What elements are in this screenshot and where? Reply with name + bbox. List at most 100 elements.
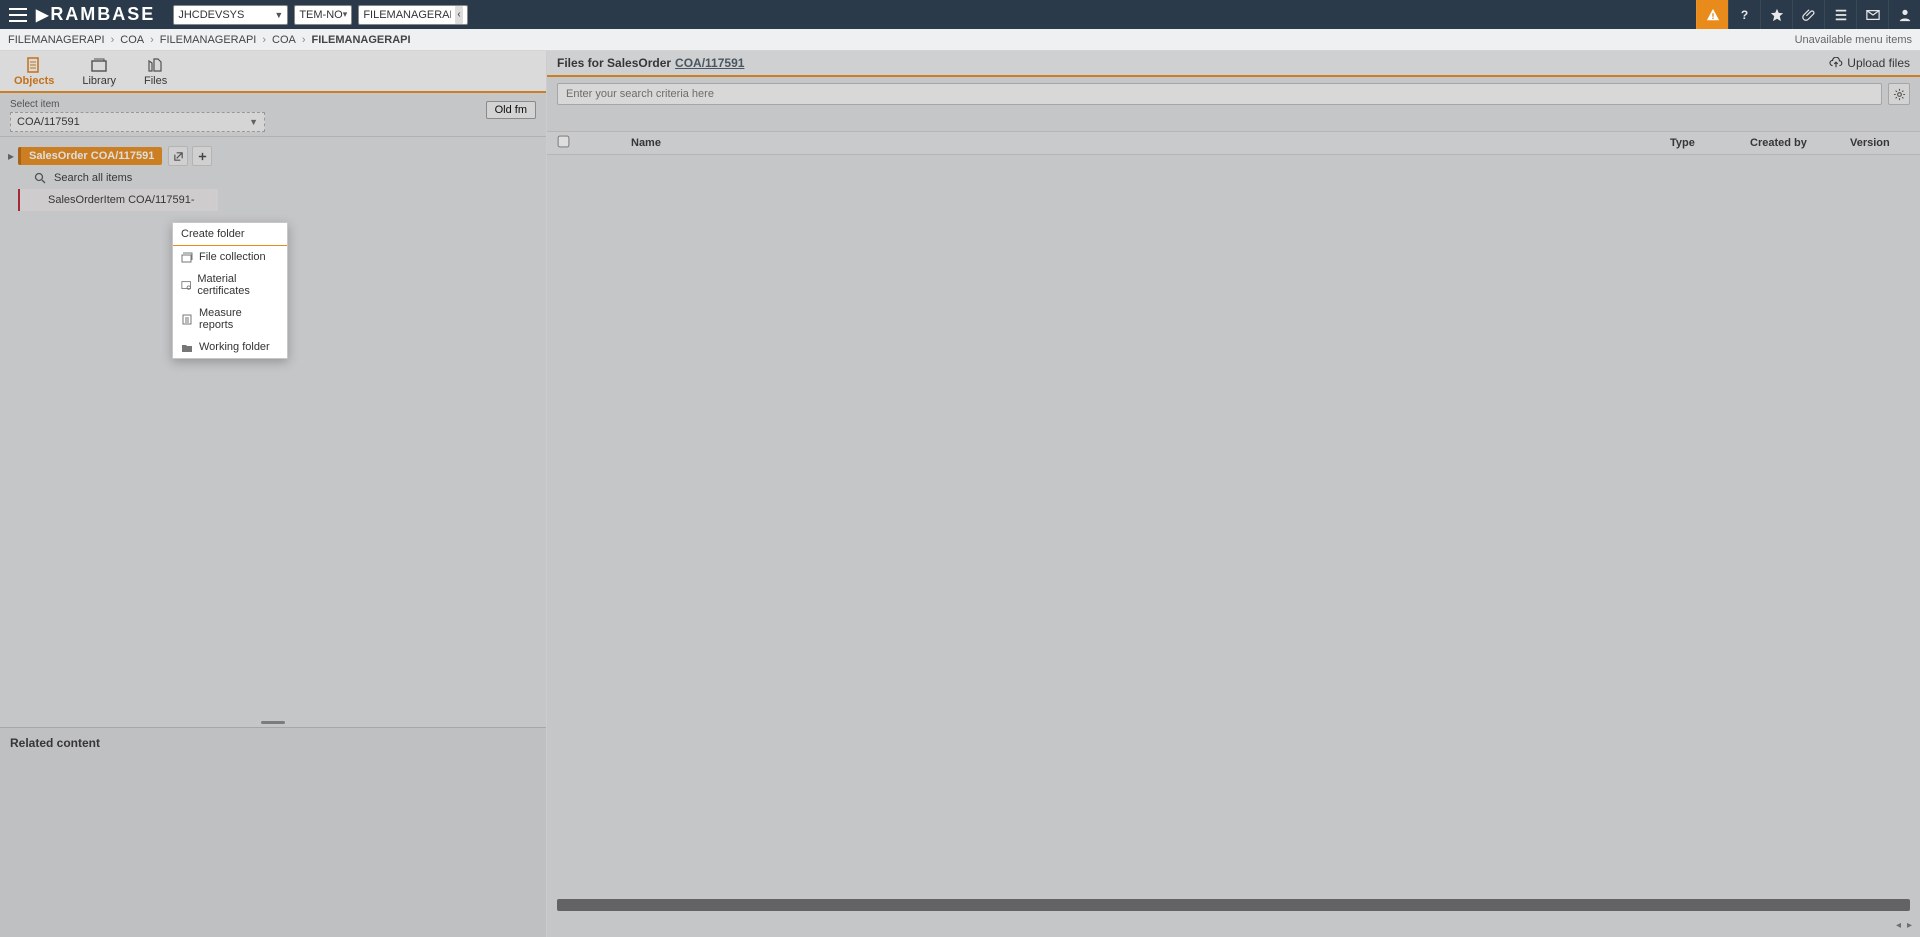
brand-logo: ▶ RAMBASE: [36, 4, 167, 25]
ctx-item-measure-reports[interactable]: Measure reports: [173, 302, 287, 336]
select-item-area: Select item COA/117591 ▼ Old fm: [0, 93, 546, 137]
certificate-icon: [181, 280, 191, 291]
search-all-label: Search all items: [54, 172, 132, 184]
hamburger-icon: [9, 8, 27, 22]
list-icon: [1834, 8, 1848, 22]
upload-files-label: Upload files: [1847, 56, 1910, 70]
external-link-icon: [173, 151, 184, 162]
mail-button[interactable]: [1856, 0, 1888, 29]
col-created-by[interactable]: Created by: [1750, 137, 1840, 149]
star-icon: [1770, 8, 1784, 22]
upload-files-button[interactable]: Upload files: [1829, 56, 1910, 70]
open-external-button[interactable]: [168, 146, 188, 166]
favorite-button[interactable]: [1760, 0, 1792, 29]
horizontal-scrollbar[interactable]: [557, 899, 1910, 911]
files-title-link[interactable]: COA/117591: [675, 56, 744, 70]
pager: ◂ ▸: [1896, 920, 1912, 931]
logo-arrow-icon: ▶: [36, 5, 50, 25]
tab-library-label: Library: [82, 75, 116, 87]
topbar-icon-group: ?: [1696, 0, 1920, 29]
pager-next[interactable]: ▸: [1907, 920, 1912, 931]
files-title-prefix: Files for SalesOrder: [557, 56, 671, 70]
related-content-panel: Related content: [0, 727, 546, 937]
caret-down-icon: ▼: [249, 117, 258, 127]
mail-icon: [1866, 8, 1880, 22]
files-search-row: [547, 77, 1920, 111]
user-icon: [1898, 8, 1912, 22]
crumb-3[interactable]: COA: [272, 34, 296, 46]
crumb-4: FILEMANAGERAPI: [312, 34, 411, 46]
left-panel: Objects Library Files Select item COA/11…: [0, 51, 547, 937]
files-icon: [147, 57, 165, 73]
tree-child-label: SalesOrderItem COA/117591-: [48, 194, 195, 206]
library-icon: [90, 57, 108, 73]
select-all-checkbox[interactable]: [558, 136, 570, 148]
left-tabs: Objects Library Files: [0, 51, 546, 93]
path-tag[interactable]: FILEMANAGERAPI/COA ‹: [358, 5, 468, 25]
locale-select[interactable]: TEM-NO ▾: [294, 5, 352, 25]
cloud-upload-icon: [1829, 57, 1843, 69]
tree-root-node[interactable]: ▸ SalesOrder COA/117591: [8, 145, 538, 167]
tab-library[interactable]: Library: [68, 51, 130, 91]
locale-value: TEM-NO: [299, 9, 342, 21]
plus-icon: [197, 151, 208, 162]
tree-child-item[interactable]: SalesOrderItem COA/117591-: [18, 189, 218, 211]
select-item-combo[interactable]: COA/117591 ▼: [10, 112, 265, 132]
alerts-button[interactable]: [1696, 0, 1728, 29]
files-search-input[interactable]: [557, 83, 1882, 105]
files-header: Files for SalesOrder COA/117591 Upload f…: [547, 51, 1920, 77]
add-folder-button[interactable]: [192, 146, 212, 166]
search-icon: [34, 172, 46, 184]
ctx-item-label: File collection: [199, 251, 266, 263]
alert-icon: [1706, 8, 1720, 22]
col-name[interactable]: Name: [581, 137, 1670, 149]
main-area: Objects Library Files Select item COA/11…: [0, 51, 1920, 937]
ctx-item-file-collection[interactable]: File collection: [173, 246, 287, 268]
files-grid-header: Name Type Created by Version: [547, 131, 1920, 155]
create-folder-menu: Create folder File collection Material c…: [172, 222, 288, 359]
search-all-items[interactable]: Search all items: [8, 167, 538, 189]
help-button[interactable]: ?: [1728, 0, 1760, 29]
breadcrumb: FILEMANAGERAPI › COA › FILEMANAGERAPI › …: [0, 29, 1920, 51]
tab-files[interactable]: Files: [130, 51, 181, 91]
menu-button[interactable]: [0, 0, 36, 29]
logo-text: RAMBASE: [50, 4, 155, 25]
report-icon: [181, 314, 193, 325]
col-version[interactable]: Version: [1850, 137, 1910, 149]
caret-down-icon: ▼: [274, 10, 283, 20]
environment-select[interactable]: JHCDEVSYS ▼: [173, 5, 288, 25]
related-content-title: Related content: [10, 736, 536, 750]
attachment-button[interactable]: [1792, 0, 1824, 29]
ctx-item-label: Measure reports: [199, 307, 279, 331]
split-handle[interactable]: [0, 721, 546, 727]
caret-down-icon: ▾: [343, 9, 348, 20]
select-item-label: Select item: [10, 99, 536, 110]
tab-objects[interactable]: Objects: [0, 51, 68, 91]
col-type[interactable]: Type: [1670, 137, 1750, 149]
ctx-item-material-certificates[interactable]: Material certificates: [173, 268, 287, 302]
ctx-item-label: Working folder: [199, 341, 270, 353]
old-fm-button[interactable]: Old fm: [486, 101, 536, 119]
files-settings-button[interactable]: [1888, 83, 1910, 105]
path-tag-close[interactable]: ‹: [455, 6, 464, 24]
breadcrumb-note[interactable]: Unavailable menu items: [1795, 34, 1912, 46]
crumb-0[interactable]: FILEMANAGERAPI: [8, 34, 105, 46]
help-icon: ?: [1741, 8, 1748, 22]
environment-value: JHCDEVSYS: [178, 9, 244, 21]
path-tag-text: FILEMANAGERAPI/COA: [363, 9, 451, 21]
ctx-header: Create folder: [173, 223, 287, 246]
document-icon: [25, 57, 43, 73]
user-button[interactable]: [1888, 0, 1920, 29]
paperclip-icon: [1802, 8, 1816, 22]
ctx-item-working-folder[interactable]: Working folder: [173, 336, 287, 358]
tab-objects-label: Objects: [14, 75, 54, 87]
select-item-value: COA/117591: [17, 116, 80, 128]
list-button[interactable]: [1824, 0, 1856, 29]
gear-icon: [1893, 88, 1906, 101]
right-panel: Files for SalesOrder COA/117591 Upload f…: [547, 51, 1920, 937]
collection-icon: [181, 252, 193, 263]
crumb-1[interactable]: COA: [120, 34, 144, 46]
tree-root-chip: SalesOrder COA/117591: [18, 147, 162, 165]
pager-prev[interactable]: ◂: [1896, 920, 1901, 931]
crumb-2[interactable]: FILEMANAGERAPI: [160, 34, 257, 46]
